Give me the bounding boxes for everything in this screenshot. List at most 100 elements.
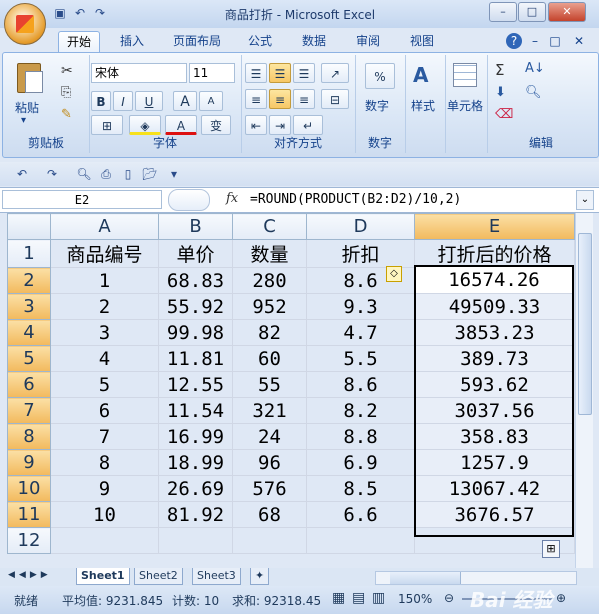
zoom-level[interactable]: 150% [398,592,432,606]
fill-icon[interactable]: ⬇ [495,85,506,100]
ribbon-restore-button[interactable]: □ [548,31,562,52]
merge-icon[interactable]: ⊟ [321,89,349,109]
fill-color-button[interactable]: ◈ [129,115,161,135]
tab-review[interactable]: 审阅 [348,31,388,52]
grow-font-button[interactable]: A [173,91,197,111]
cell[interactable]: 12.55 [158,371,233,398]
cell[interactable]: 10 [50,501,159,528]
find-select-icon[interactable]: 🔍︎ [525,85,542,100]
cell[interactable]: 576 [232,475,307,502]
cell[interactable]: 16.99 [158,423,233,450]
cell[interactable]: 389.73 [414,345,575,372]
horizontal-scroll-thumb[interactable] [390,572,461,584]
zoom-in-icon[interactable]: ⊕ [556,591,566,605]
orientation-icon[interactable]: ↗ [321,63,349,83]
row-header-11[interactable]: 11 [7,501,51,528]
percent-button[interactable]: % [365,63,395,89]
column-header-a[interactable]: A [50,213,159,240]
align-right-icon[interactable]: ≡ [293,89,315,109]
cell[interactable] [306,527,415,554]
expand-formula-bar-icon[interactable]: ⌄ [576,190,594,210]
column-header-e[interactable]: E [414,213,575,240]
cell[interactable]: 55.92 [158,293,233,320]
shrink-font-button[interactable]: A [199,91,223,111]
restore-button[interactable]: □ [518,2,546,22]
undo-icon[interactable]: ↶ [14,166,30,182]
format-painter-icon[interactable]: ✎ [61,107,72,122]
cell[interactable]: 9 [50,475,159,502]
cell[interactable]: 3676.57 [414,501,575,528]
cell[interactable]: 96 [232,449,307,476]
font-size-combo[interactable]: 11 [189,63,235,83]
cell[interactable]: 82 [232,319,307,346]
cell[interactable]: 1257.9 [414,449,575,476]
copy-icon[interactable]: ⎘ [61,85,71,100]
save-icon[interactable]: ▣ [52,5,68,21]
new-icon[interactable]: ▯ [120,166,136,182]
cell[interactable]: 280 [232,267,307,294]
customize-qat-icon[interactable]: ▾ [166,166,182,182]
cell[interactable]: 55 [232,371,307,398]
tab-formulas[interactable]: 公式 [240,31,280,52]
cell[interactable]: 11.54 [158,397,233,424]
redo-icon[interactable]: ↷ [44,166,60,182]
font-name-combo[interactable]: 宋体 [91,63,187,83]
column-header-b[interactable]: B [158,213,233,240]
zoom-out-icon[interactable]: ⊖ [444,591,454,605]
row-header-1[interactable]: 1 [7,239,51,268]
column-header-d[interactable]: D [306,213,415,240]
paste-dropdown-icon[interactable]: ▾ [21,115,26,126]
autofill-options-icon[interactable]: ⊞ [542,540,560,558]
cell[interactable]: 9.3 [306,293,415,320]
align-center-icon[interactable]: ≡ [269,89,291,109]
tab-view[interactable]: 视图 [402,31,442,52]
cell[interactable]: 358.83 [414,423,575,450]
phonetic-button[interactable]: 变 [201,115,231,135]
cell[interactable]: 6.9 [306,449,415,476]
autosum-icon[interactable]: Σ [495,61,504,79]
cell[interactable]: 60 [232,345,307,372]
undo-icon[interactable]: ↶ [72,5,88,21]
sheet-tab-2[interactable]: Sheet2 [134,568,183,585]
tab-insert[interactable]: 插入 [112,31,152,52]
cell[interactable]: 3853.23 [414,319,575,346]
select-all-corner[interactable] [7,213,51,240]
insert-function-button[interactable]: fx [226,191,238,206]
row-header-2[interactable]: 2 [7,267,51,294]
cell[interactable]: 5 [50,371,159,398]
sheet-nav-icons[interactable]: ◀◀▶▶ [8,570,52,580]
header-cell[interactable]: 商品编号 [50,239,159,268]
cell[interactable]: 18.99 [158,449,233,476]
page-layout-view-icon[interactable]: ▤ [352,590,365,606]
error-check-icon[interactable]: ◇ [386,266,402,282]
formula-bar-collapse-button[interactable] [168,189,210,211]
print-preview-icon[interactable]: 🔍︎ [76,166,92,182]
name-box[interactable]: E2 [2,190,162,209]
cell[interactable] [232,527,307,554]
header-cell[interactable]: 折扣 [306,239,415,268]
row-header-8[interactable]: 8 [7,423,51,450]
page-break-view-icon[interactable]: ▥ [372,590,385,606]
align-bottom-icon[interactable]: ☰ [293,63,315,83]
row-header-7[interactable]: 7 [7,397,51,424]
insert-sheet-icon[interactable]: ✦ [250,568,270,585]
cell[interactable]: 2 [50,293,159,320]
formula-input[interactable]: =ROUND(PRODUCT(B2:D2)/10,2) [250,190,461,209]
cell[interactable]: 4 [50,345,159,372]
row-header-10[interactable]: 10 [7,475,51,502]
paste-button[interactable] [13,59,47,99]
align-left-icon[interactable]: ≡ [245,89,267,109]
cell[interactable]: 6.6 [306,501,415,528]
cell[interactable]: 8 [50,449,159,476]
cell[interactable]: 49509.33 [414,293,575,320]
row-header-3[interactable]: 3 [7,293,51,320]
sheet-tab-3[interactable]: Sheet3 [192,568,241,585]
header-cell[interactable]: 打折后的价格 [414,239,575,268]
cell[interactable]: 26.69 [158,475,233,502]
cell[interactable]: 321 [232,397,307,424]
row-header-9[interactable]: 9 [7,449,51,476]
print-icon[interactable]: ⎙ [98,166,114,182]
ribbon-minimize-button[interactable]: – [528,31,542,52]
cell[interactable]: 68.83 [158,267,233,294]
cell[interactable]: 3037.56 [414,397,575,424]
